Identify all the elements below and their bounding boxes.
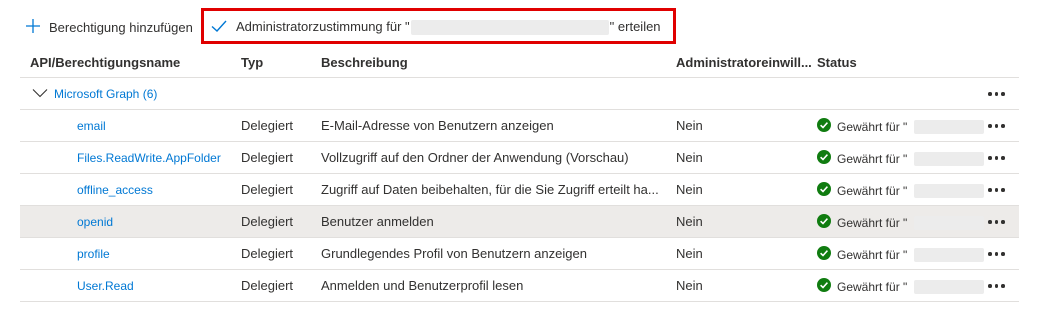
header-type[interactable]: Typ (241, 55, 263, 70)
success-check-icon (817, 150, 831, 167)
status-cell: Gewährt für " (817, 214, 985, 231)
status-text: Gewährt für " (837, 279, 908, 294)
status-cell: Gewährt für " (817, 150, 985, 167)
permission-description: Grundlegendes Profil von Benutzern anzei… (321, 246, 587, 261)
permission-description: Vollzugriff auf den Ordner der Anwendung… (321, 150, 629, 165)
more-icon[interactable] (988, 214, 1012, 230)
permission-name-link[interactable]: offline_access (77, 183, 153, 197)
permission-name-link[interactable]: User.Read (77, 279, 134, 293)
table-row[interactable]: Files.ReadWrite.AppFolder Delegiert Vollzu… (20, 142, 1019, 174)
redacted-tenant-name (914, 215, 985, 230)
permission-name-link[interactable]: profile (77, 247, 110, 261)
consent-label-suffix: " erteilen (609, 18, 661, 34)
more-icon[interactable] (988, 182, 1012, 198)
permission-type: Delegiert (241, 214, 294, 229)
status-text: Gewährt für " (837, 183, 908, 198)
permission-description: E-Mail-Adresse von Benutzern anzeigen (321, 118, 554, 133)
success-check-icon (817, 118, 831, 135)
redacted-tenant-name (914, 247, 985, 262)
add-permission-button[interactable]: Berechtigung hinzufügen (25, 13, 193, 41)
header-admin-consent[interactable]: Administratoreinwill... (676, 55, 812, 70)
success-check-icon (817, 246, 831, 263)
add-permission-label: Berechtigung hinzufügen (49, 19, 193, 35)
permission-description: Zugriff auf Daten beibehalten, für die S… (321, 182, 659, 197)
permission-description: Anmelden und Benutzerprofil lesen (321, 278, 524, 293)
permissions-table: API/Berechtigungsname Typ Beschreibung A… (20, 48, 1019, 302)
permission-type: Delegiert (241, 150, 294, 165)
table-row[interactable]: profile Delegiert Grundlegendes Profil von… (20, 238, 1019, 270)
header-status[interactable]: Status (817, 55, 857, 70)
table-row[interactable]: offline_access Delegiert Zugriff auf Daten… (20, 174, 1019, 206)
permission-type: Delegiert (241, 118, 294, 133)
table-body: email Delegiert E-Mail-Adresse von Benutze… (20, 110, 1019, 302)
status-text: Gewährt für " (837, 215, 908, 230)
redacted-tenant-name (410, 20, 609, 36)
table-row[interactable]: User.Read Delegiert Anmelden und Benutzerp… (20, 270, 1019, 302)
status-text: Gewährt für " (837, 151, 908, 166)
admin-consent-required: Nein (676, 182, 703, 197)
permission-name-link[interactable]: email (77, 119, 106, 133)
chevron-down-icon (32, 86, 48, 101)
redacted-tenant-name (914, 183, 985, 198)
checkmark-icon (210, 18, 228, 37)
more-icon[interactable] (988, 278, 1012, 294)
group-toggle[interactable]: Microsoft Graph (6) (32, 86, 157, 101)
group-row-microsoft-graph: Microsoft Graph (6) (20, 78, 1019, 110)
plus-icon (25, 18, 41, 37)
permission-type: Delegiert (241, 246, 294, 261)
more-icon[interactable] (988, 246, 1012, 262)
success-check-icon (817, 278, 831, 295)
status-text: Gewährt für " (837, 119, 908, 134)
admin-consent-required: Nein (676, 278, 703, 293)
table-row[interactable]: openid Delegiert Benutzer anmelden Nein Gewä… (20, 206, 1019, 238)
consent-label-prefix: Administratorzustimmung für " (236, 18, 410, 34)
status-text: Gewährt für " (837, 247, 908, 262)
redacted-tenant-name (914, 279, 985, 294)
permission-type: Delegiert (241, 182, 294, 197)
admin-consent-required: Nein (676, 118, 703, 133)
permission-name-link[interactable]: Files.ReadWrite.AppFolder (77, 151, 221, 165)
success-check-icon (817, 182, 831, 199)
admin-consent-required: Nein (676, 150, 703, 165)
more-icon[interactable] (988, 150, 1012, 166)
status-cell: Gewährt für " (817, 118, 985, 135)
status-cell: Gewährt für " (817, 246, 985, 263)
permission-type: Delegiert (241, 278, 294, 293)
success-check-icon (817, 214, 831, 231)
more-icon[interactable] (988, 118, 1012, 134)
more-icon[interactable] (988, 86, 1012, 102)
status-cell: Gewährt für " (817, 182, 985, 199)
header-description[interactable]: Beschreibung (321, 55, 669, 70)
permission-name-link[interactable]: openid (77, 215, 113, 229)
table-header: API/Berechtigungsname Typ Beschreibung A… (20, 48, 1019, 78)
status-cell: Gewährt für " (817, 278, 985, 295)
header-name[interactable]: API/Berechtigungsname (30, 55, 180, 70)
redacted-tenant-name (914, 151, 985, 166)
admin-consent-required: Nein (676, 214, 703, 229)
grant-admin-consent-button[interactable]: Administratorzustimmung für " " erteilen (210, 13, 661, 41)
permission-description: Benutzer anmelden (321, 214, 434, 229)
redacted-tenant-name (914, 119, 985, 134)
admin-consent-required: Nein (676, 246, 703, 261)
table-row[interactable]: email Delegiert E-Mail-Adresse von Benutze… (20, 110, 1019, 142)
group-label: Microsoft Graph (6) (54, 86, 158, 101)
